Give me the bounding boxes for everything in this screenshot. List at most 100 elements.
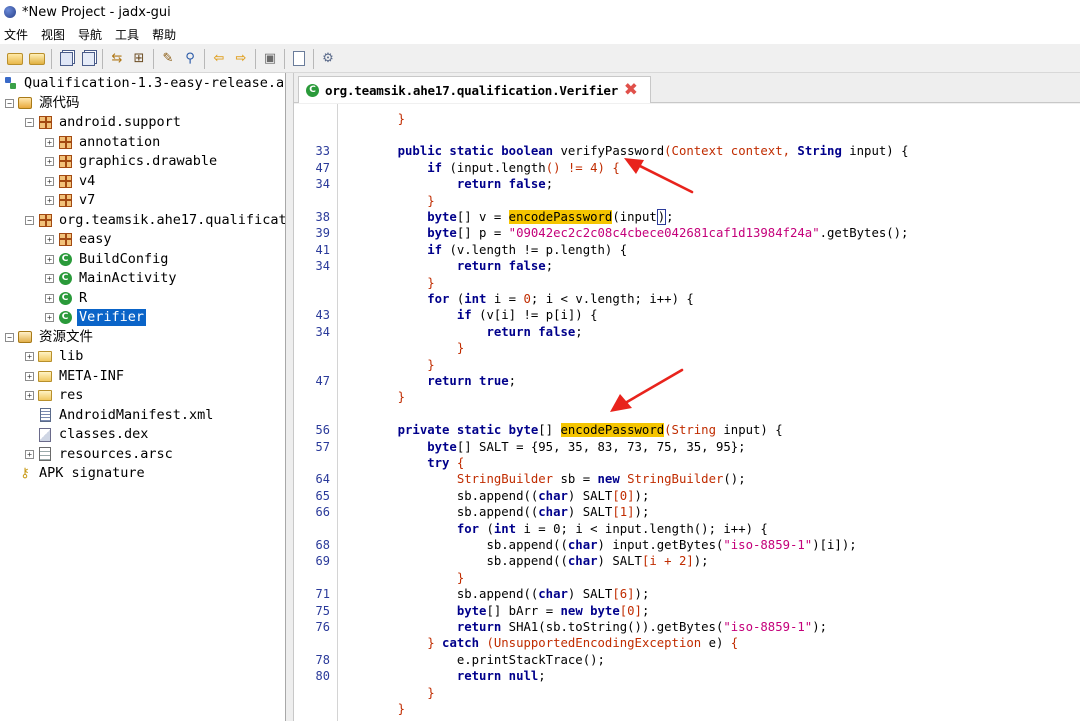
flatten-packages-icon[interactable]: ⊞ <box>128 48 150 70</box>
collapse-toggle[interactable]: − <box>25 118 34 128</box>
tree-node-resources[interactable]: − 资源文件 <box>5 328 95 348</box>
tree-node-package[interactable]: + annotation <box>45 133 162 153</box>
tree-node-class[interactable]: + C BuildConfig <box>45 250 170 270</box>
tree-node-source-code[interactable]: − 源代码 <box>5 94 82 114</box>
folder-icon <box>38 390 52 402</box>
preferences-icon[interactable]: ⚙ <box>317 48 339 70</box>
expand-toggle[interactable]: + <box>25 449 34 459</box>
code-line: 34 return false; <box>294 324 1080 340</box>
tree-node-package[interactable]: − android.support <box>25 113 183 133</box>
forward-icon[interactable]: ⇨ <box>230 48 252 70</box>
tree-node-file[interactable]: classes.dex <box>25 425 150 445</box>
save-all-icon[interactable] <box>55 48 77 70</box>
expand-toggle[interactable]: + <box>45 235 54 245</box>
code-text: } <box>368 341 465 356</box>
expand-toggle[interactable]: + <box>45 157 54 167</box>
code-text: byte[] SALT = {95, 35, 83, 73, 75, 35, 9… <box>368 439 746 454</box>
expand-toggle[interactable]: + <box>45 313 54 323</box>
code-line: 78 e.printStackTrace(); <box>294 652 1080 668</box>
toolbar-separator <box>313 48 314 69</box>
code-line: 41 if (v.length != p.length) { <box>294 242 1080 258</box>
tree-node-file[interactable]: + resources.arsc <box>25 445 175 465</box>
add-files-icon[interactable] <box>26 48 48 70</box>
line-number: 47 <box>315 160 330 175</box>
expand-toggle[interactable]: + <box>25 371 34 381</box>
expand-toggle[interactable]: + <box>45 254 54 264</box>
tree-node-apk[interactable]: Qualification-1.3-easy-release.a <box>3 74 285 94</box>
tree-node-folder[interactable]: + lib <box>25 347 85 367</box>
tree-node-package[interactable]: + v4 <box>45 172 97 192</box>
tree-node-folder[interactable]: + res <box>25 386 85 406</box>
tree-node-package[interactable]: − org.teamsik.ahe17.qualificat <box>25 211 285 231</box>
code-line: 39 byte[] p = "09042ec2c2c08c4cbece04268… <box>294 225 1080 241</box>
text-search-icon[interactable]: ✎ <box>157 48 179 70</box>
code-line: } <box>294 111 1080 127</box>
code-line: for (int i = 0; i < input.length(); i++)… <box>294 521 1080 537</box>
expand-toggle[interactable]: + <box>25 352 34 362</box>
expand-toggle[interactable]: + <box>45 176 54 186</box>
tree-node-file[interactable]: AndroidManifest.xml <box>25 406 215 426</box>
jadx-app-icon <box>4 6 16 18</box>
code-text: } <box>368 275 435 290</box>
editor-tab-strip: C org.teamsik.ahe17.qualification.Verifi… <box>294 73 1080 103</box>
menu-tools[interactable]: 工具 <box>115 26 139 43</box>
toolbar-separator <box>204 48 205 69</box>
code-text: sb.append((char) SALT[i + 2]); <box>368 554 709 569</box>
tree-node-apk-signature[interactable]: ⚷ APK signature <box>5 464 147 484</box>
tree-node-package[interactable]: + graphics.drawable <box>45 152 219 172</box>
tree-node-folder[interactable]: + META-INF <box>25 367 126 387</box>
expand-toggle[interactable]: + <box>45 293 54 303</box>
expand-toggle[interactable]: + <box>45 274 54 284</box>
collapse-toggle[interactable]: − <box>5 98 14 108</box>
expand-toggle[interactable]: + <box>25 391 34 401</box>
code-text: } <box>368 357 435 372</box>
code-line: 75 byte[] bArr = new byte[0]; <box>294 603 1080 619</box>
code-line: 65 sb.append((char) SALT[0]); <box>294 488 1080 504</box>
panel-splitter[interactable] <box>286 73 294 721</box>
line-number: 39 <box>315 226 330 241</box>
collapse-toggle[interactable]: − <box>5 332 14 342</box>
code-line: 47 return true; <box>294 373 1080 389</box>
menu-view[interactable]: 视图 <box>41 26 65 43</box>
resources-folder-icon <box>18 331 32 344</box>
project-tree: Qualification-1.3-easy-release.a − 源代码 −… <box>0 73 286 721</box>
menu-help[interactable]: 帮助 <box>152 26 176 43</box>
tree-node-class-selected[interactable]: + C Verifier <box>45 308 147 328</box>
code-text: private static byte[] encodePassword(Str… <box>368 423 783 438</box>
toolbar-separator <box>153 48 154 69</box>
toolbar-separator <box>255 48 256 69</box>
code-text: return false; <box>368 324 583 339</box>
menu-navigation[interactable]: 导航 <box>78 26 102 43</box>
code-text: } <box>368 111 406 126</box>
tree-node-class[interactable]: + C MainActivity <box>45 269 179 289</box>
export-icon[interactable] <box>77 48 99 70</box>
menu-file[interactable]: 文件 <box>4 26 28 43</box>
apk-icon <box>4 77 17 90</box>
sync-tree-icon[interactable]: ⇆ <box>106 48 128 70</box>
line-number: 57 <box>315 439 330 454</box>
class-search-icon[interactable]: ⚲ <box>179 48 201 70</box>
tree-node-package[interactable]: + easy <box>45 230 114 250</box>
decompile-all-icon[interactable]: ▣ <box>259 48 281 70</box>
code-text: return null; <box>368 669 546 684</box>
line-number: 34 <box>315 324 330 339</box>
code-text: if (v[i] != p[i]) { <box>368 308 598 323</box>
code-line: 80 return null; <box>294 668 1080 684</box>
log-viewer-icon[interactable] <box>288 48 310 70</box>
code-editor[interactable]: } 33 public static boolean verifyPassword… <box>294 104 1080 721</box>
collapse-toggle[interactable]: − <box>25 215 34 225</box>
code-text: if (input.length() != 4) { <box>368 160 620 175</box>
editor-tab-verifier[interactable]: C org.teamsik.ahe17.qualification.Verifi… <box>298 76 651 103</box>
open-file-icon[interactable] <box>4 48 26 70</box>
expand-toggle[interactable]: + <box>45 196 54 206</box>
tree-node-class[interactable]: + C R <box>45 289 89 309</box>
tree-node-package[interactable]: + v7 <box>45 191 97 211</box>
back-icon[interactable]: ⇦ <box>208 48 230 70</box>
arsc-file-icon <box>39 447 51 462</box>
code-text: } <box>368 685 435 700</box>
expand-toggle[interactable]: + <box>45 137 54 147</box>
code-line: 56 private static byte[] encodePassword(… <box>294 422 1080 438</box>
close-tab-icon[interactable]: ✖ <box>624 81 638 99</box>
code-line: 68 sb.append((char) input.getBytes("iso-… <box>294 537 1080 553</box>
